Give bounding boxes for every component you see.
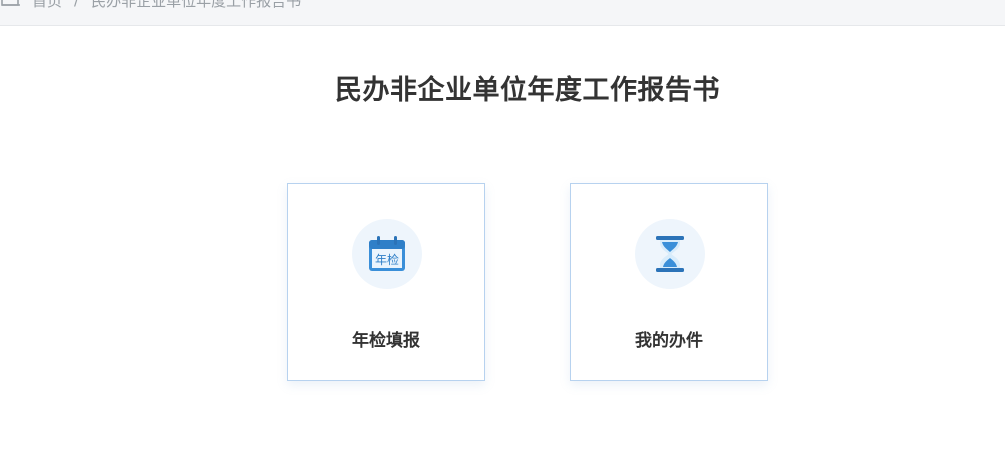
annual-inspection-card[interactable]: 年检 年检填报 bbox=[287, 183, 485, 381]
page-title: 民办非企业单位年度工作报告书 bbox=[335, 75, 720, 106]
breadcrumb-separator: / bbox=[74, 0, 80, 9]
breadcrumb-home-link[interactable]: 首页 bbox=[32, 0, 62, 11]
icon-circle: 年检 bbox=[352, 219, 422, 289]
breadcrumb: 首页 / 民办非企业单位年度工作报告书 bbox=[0, 0, 302, 11]
my-cases-card[interactable]: 我的办件 bbox=[570, 183, 768, 381]
my-cases-label: 我的办件 bbox=[635, 331, 703, 351]
home-icon[interactable] bbox=[0, 0, 22, 7]
calendar-icon-text: 年检 bbox=[375, 252, 399, 267]
breadcrumb-current: 民办非企业单位年度工作报告书 bbox=[91, 0, 302, 10]
icon-circle bbox=[635, 219, 705, 289]
hourglass-icon bbox=[656, 236, 684, 272]
calendar-icon: 年检 bbox=[369, 236, 405, 271]
annual-inspection-label: 年检填报 bbox=[352, 331, 420, 351]
breadcrumb-bar: 首页 / 民办非企业单位年度工作报告书 bbox=[0, 0, 1005, 26]
